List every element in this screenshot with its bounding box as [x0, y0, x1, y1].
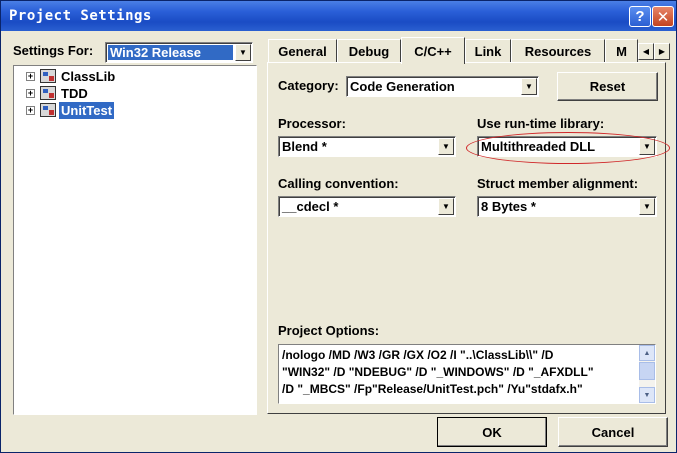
tab-general[interactable]: General	[268, 39, 337, 63]
runtime-library-dropdown[interactable]: Multithreaded DLL ▼	[477, 136, 657, 157]
settings-for-dropdown[interactable]: Win32 Release ▼	[105, 42, 253, 63]
tab-link[interactable]: Link	[465, 39, 511, 63]
title-bar[interactable]: Project Settings ? ✕	[1, 1, 676, 31]
chevron-down-icon[interactable]: ▼	[639, 138, 655, 155]
project-options-text: /nologo /MD /W3 /GR /GX /O2 /I "..\Class…	[282, 348, 594, 396]
runtime-library-label: Use run-time library:	[477, 116, 605, 131]
category-value: Code Generation	[350, 79, 455, 94]
tab-c-cpp[interactable]: C/C++	[401, 37, 465, 64]
tree-item-classlib[interactable]: + ClassLib	[26, 67, 117, 85]
scroll-up-icon[interactable]: ▲	[639, 345, 655, 361]
chevron-down-icon[interactable]: ▼	[438, 138, 454, 155]
scroll-thumb[interactable]	[639, 362, 655, 380]
tab-more[interactable]: M	[605, 39, 638, 63]
scroll-down-icon[interactable]: ▼	[639, 387, 655, 403]
window-title: Project Settings	[9, 8, 152, 24]
project-options-textbox[interactable]: /nologo /MD /W3 /GR /GX /O2 /I "..\Class…	[278, 344, 656, 404]
tree-item-label: ClassLib	[61, 68, 116, 84]
tab-strip: General Debug C/C++ Link Resources M	[268, 37, 638, 64]
processor-dropdown[interactable]: Blend * ▼	[278, 136, 456, 157]
processor-value: Blend *	[282, 139, 327, 154]
expand-icon[interactable]: +	[26, 71, 35, 81]
calling-convention-value: __cdecl *	[282, 199, 339, 214]
category-dropdown[interactable]: Code Generation ▼	[346, 76, 539, 97]
project-icon	[40, 69, 56, 83]
tab-resources[interactable]: Resources	[511, 39, 605, 63]
scroll-right-icon[interactable]: ▶	[654, 43, 670, 60]
expand-icon[interactable]: +	[26, 105, 35, 115]
settings-for-value: Win32 Release	[108, 45, 233, 60]
help-button[interactable]: ?	[629, 6, 651, 27]
tab-scroll-buttons: ◀ ▶	[638, 43, 670, 60]
close-button[interactable]: ✕	[652, 6, 674, 27]
calling-convention-dropdown[interactable]: __cdecl * ▼	[278, 196, 456, 217]
scroll-left-icon[interactable]: ◀	[638, 43, 654, 60]
expand-icon[interactable]: +	[26, 88, 35, 98]
chevron-down-icon[interactable]: ▼	[235, 44, 251, 61]
tree-item-label: UnitTest	[59, 101, 115, 119]
tree-item-unittest[interactable]: + UnitTest	[26, 101, 115, 119]
runtime-library-value: Multithreaded DLL	[481, 139, 596, 154]
tree-item-tdd[interactable]: + TDD	[26, 84, 90, 102]
struct-alignment-label: Struct member alignment:	[477, 176, 639, 191]
settings-for-label: Settings For:	[13, 43, 94, 58]
project-tree[interactable]: + ClassLib + TDD + UnitTest	[13, 65, 257, 415]
project-icon	[40, 86, 56, 100]
chevron-down-icon[interactable]: ▼	[639, 198, 655, 215]
project-settings-dialog: Project Settings ? ✕ Settings For: Win32…	[0, 0, 677, 453]
tree-item-label: TDD	[61, 85, 88, 101]
cancel-button[interactable]: Cancel	[558, 417, 668, 447]
processor-label: Processor:	[278, 116, 346, 131]
project-icon	[40, 103, 56, 117]
ok-button[interactable]: OK	[437, 417, 547, 447]
struct-alignment-value: 8 Bytes *	[481, 199, 536, 214]
options-scrollbar[interactable]: ▲ ▼	[639, 345, 655, 403]
calling-convention-label: Calling convention:	[278, 176, 399, 191]
category-label: Category:	[278, 78, 339, 93]
close-icon: ✕	[656, 8, 670, 26]
tab-debug[interactable]: Debug	[337, 39, 401, 63]
reset-button[interactable]: Reset	[557, 72, 658, 101]
project-options-label: Project Options:	[278, 323, 380, 338]
struct-alignment-dropdown[interactable]: 8 Bytes * ▼	[477, 196, 657, 217]
chevron-down-icon[interactable]: ▼	[438, 198, 454, 215]
help-icon: ?	[635, 8, 645, 25]
chevron-down-icon[interactable]: ▼	[521, 78, 537, 95]
